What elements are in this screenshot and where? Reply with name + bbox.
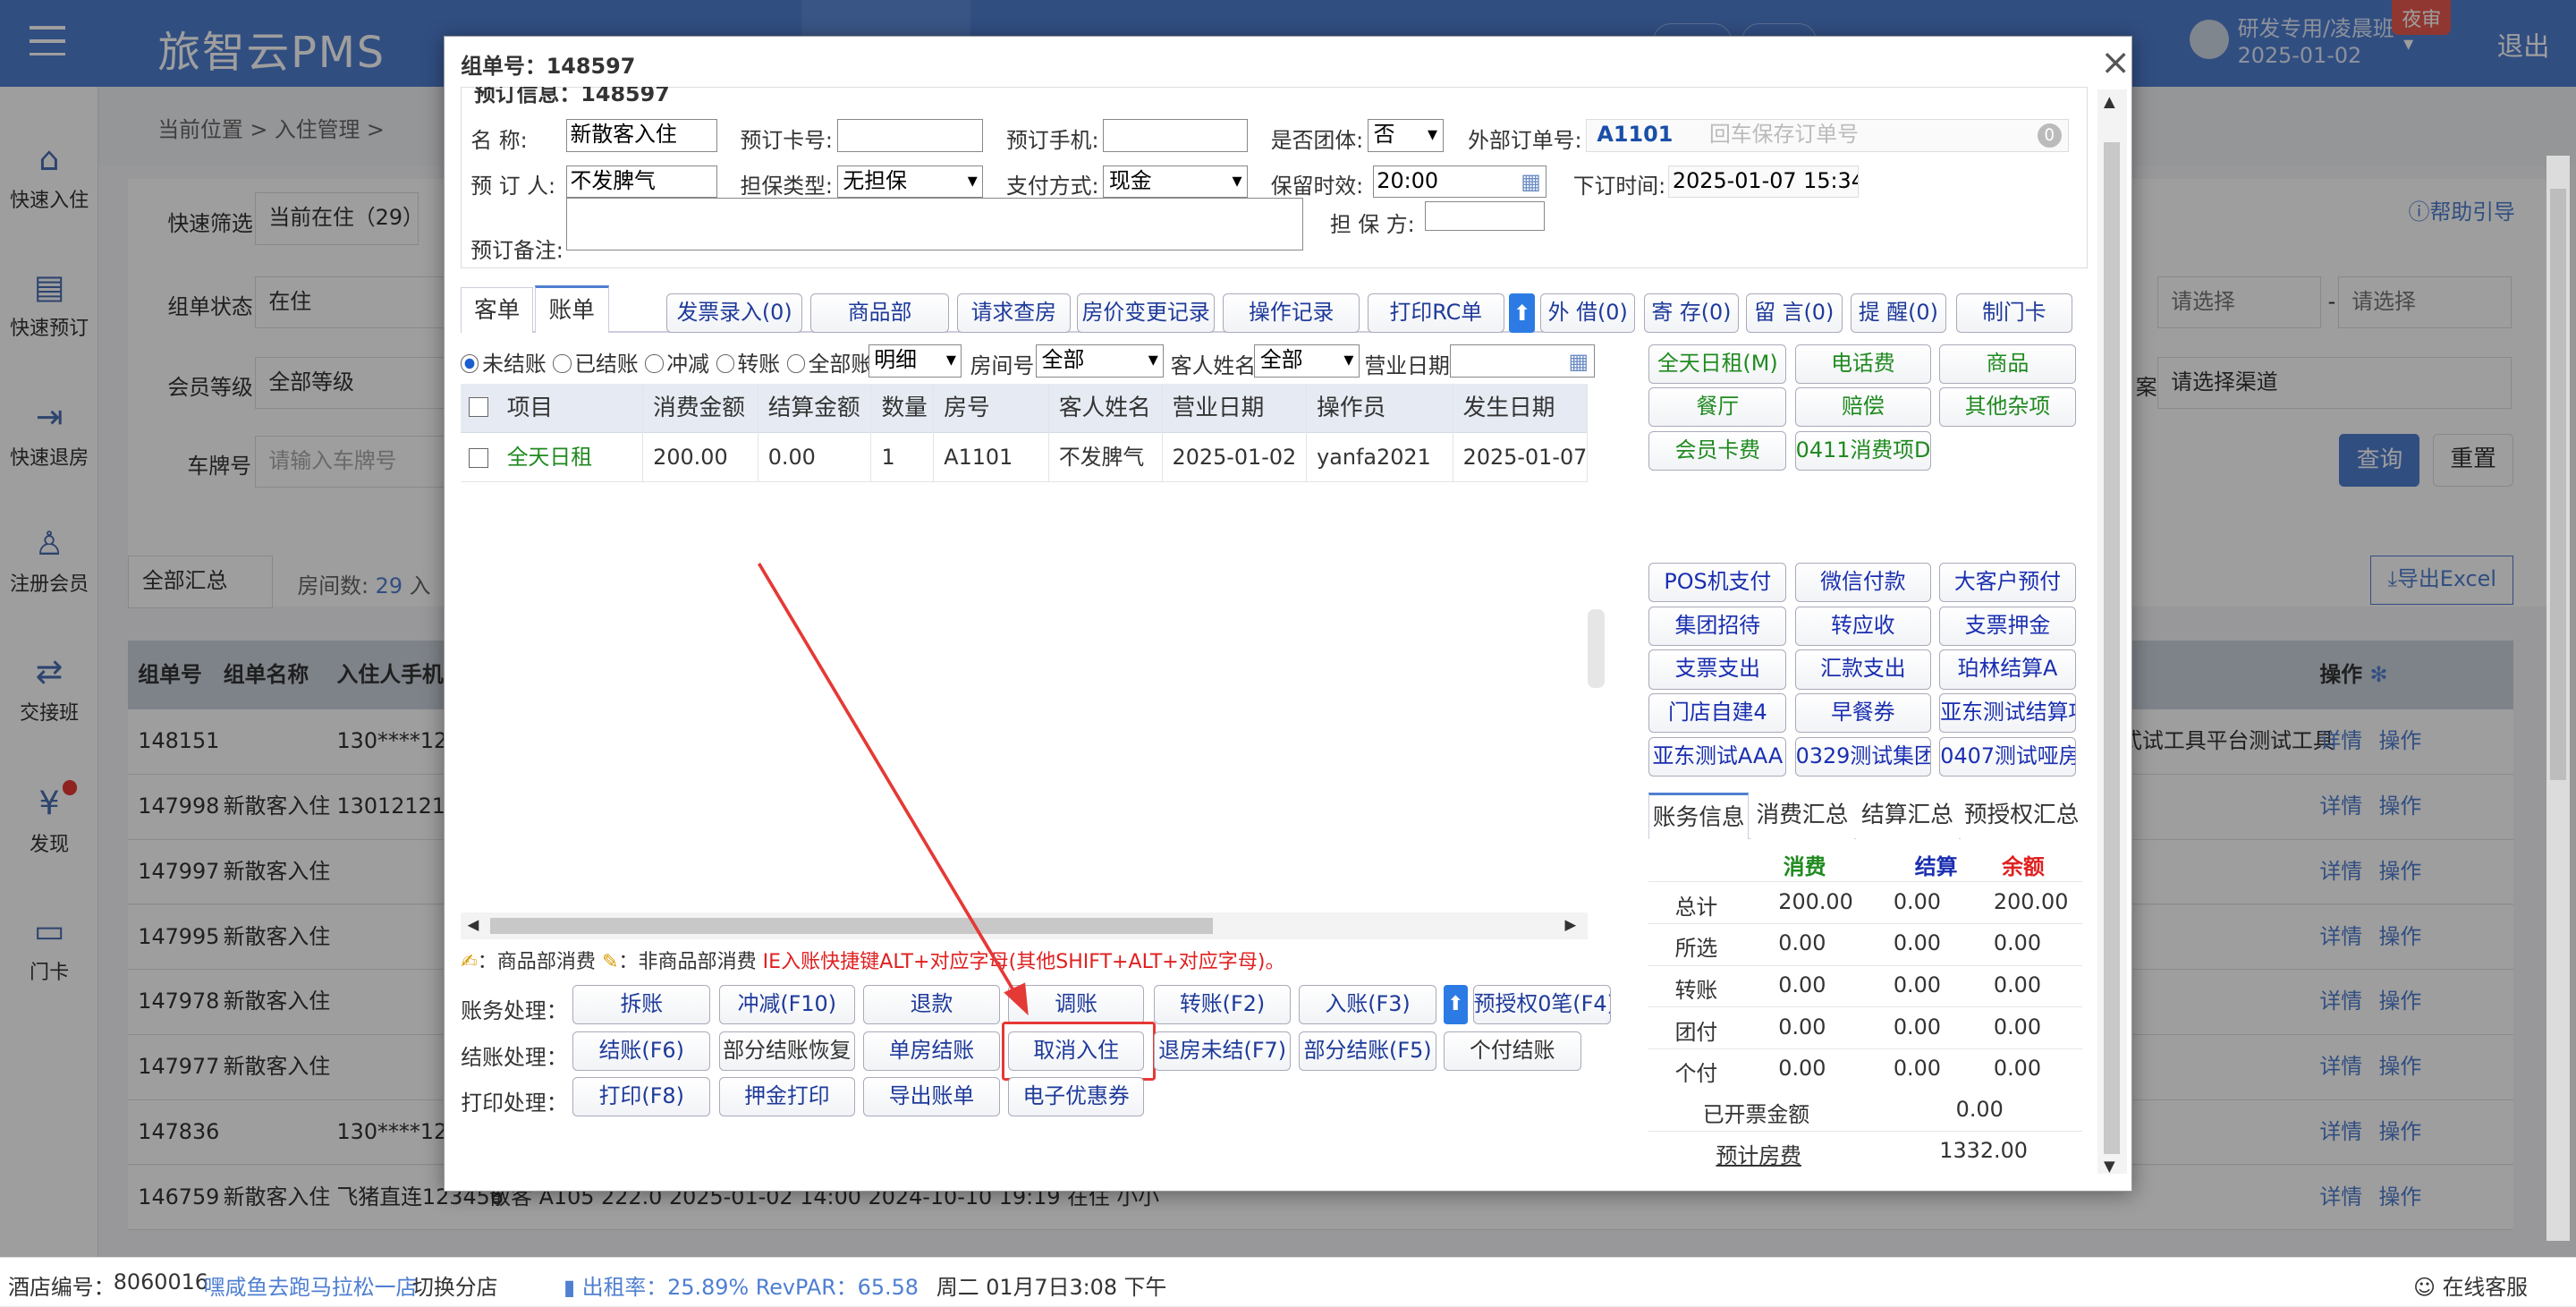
headset-icon: ☺ bbox=[2413, 1274, 2436, 1300]
status-bar: 酒店编号： 8060016 嘿咸鱼去跑马拉松一店 切换分店 ▮ 出租率：25.8… bbox=[0, 1257, 2576, 1307]
bar-chart-icon: ▮ bbox=[563, 1274, 576, 1300]
occupancy-stats: ▮ 出租率：25.89% RevPAR：65.58 bbox=[563, 1274, 919, 1300]
annotation-arrow bbox=[757, 563, 1029, 1016]
clock-text: 周二 01月7日3:08 下午 bbox=[936, 1274, 1167, 1300]
hotel-code: 8060016 bbox=[113, 1269, 208, 1294]
switch-branch-link[interactable]: 切换分店 bbox=[412, 1269, 497, 1301]
online-service-link[interactable]: ☺ 在线客服 bbox=[2413, 1269, 2528, 1301]
hotel-name-link[interactable]: 嘿咸鱼去跑马拉松一店 bbox=[204, 1269, 418, 1301]
hotel-code-label: 酒店编号： bbox=[8, 1274, 115, 1300]
